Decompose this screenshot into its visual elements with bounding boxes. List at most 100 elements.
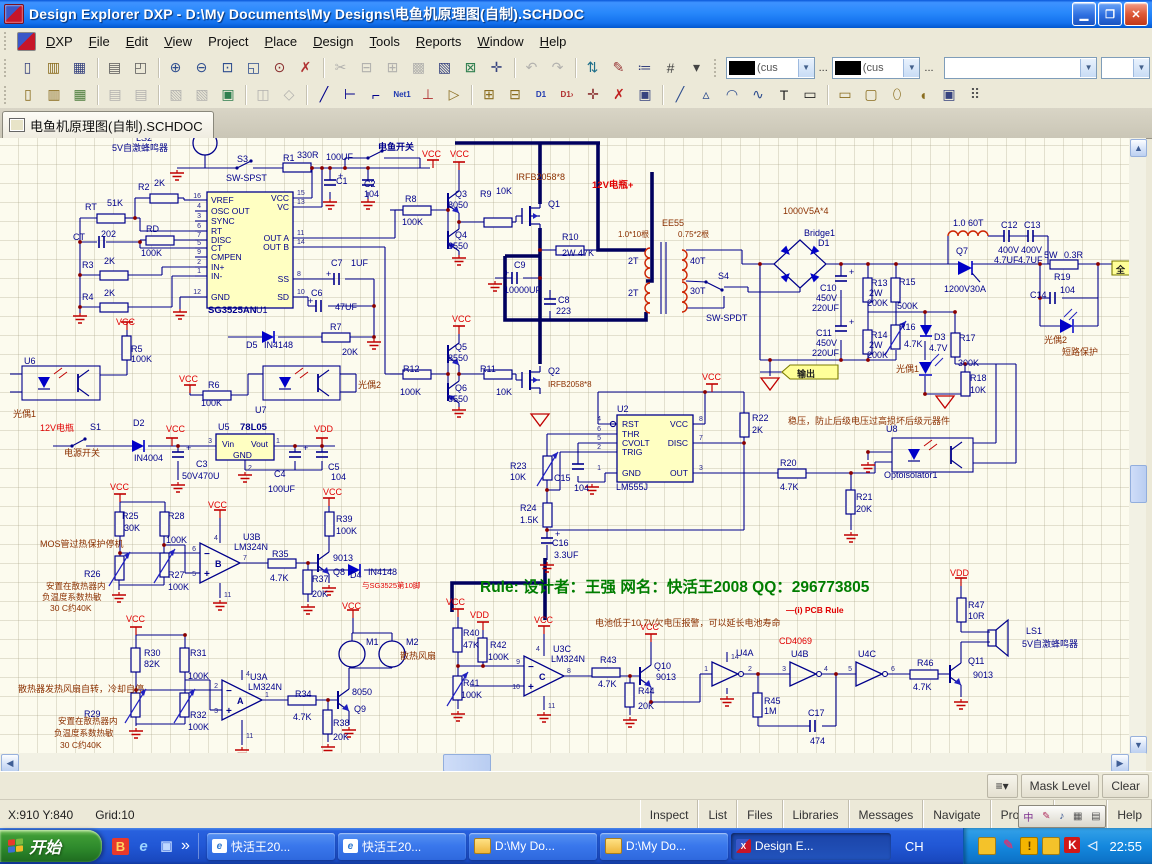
menu-reports[interactable]: Reports: [408, 31, 470, 52]
tab-schematic-document[interactable]: 电鱼机原理图(自制).SCHDOC: [2, 111, 214, 138]
switch-lever[interactable]: [706, 282, 722, 290]
transformer-winding[interactable]: [645, 283, 650, 313]
no-erc-icon[interactable]: ✗: [607, 83, 631, 107]
wire-junction[interactable]: [758, 262, 762, 266]
resistor[interactable]: [100, 271, 128, 280]
zoom-area-icon[interactable]: ⊡: [216, 56, 240, 80]
opto-transistor[interactable]: [951, 442, 962, 450]
wire-junction[interactable]: [839, 262, 843, 266]
color-browse-1[interactable]: ...: [817, 62, 830, 74]
opto-arrow[interactable]: [300, 372, 308, 378]
wire-junction[interactable]: [78, 305, 82, 309]
part-tool-icon[interactable]: ▷: [442, 83, 466, 107]
grid-dropdown-icon[interactable]: ▾: [685, 56, 709, 80]
opamp-plus[interactable]: +: [226, 706, 232, 717]
arc-tool-icon[interactable]: ◠: [720, 83, 744, 107]
navigate-compile-icon[interactable]: ◇: [277, 83, 301, 107]
wire-junction[interactable]: [446, 372, 450, 376]
transistor-arrow[interactable]: [954, 678, 961, 685]
wire-junction[interactable]: [953, 310, 957, 314]
wire-junction[interactable]: [866, 262, 870, 266]
wire-junction[interactable]: [293, 444, 297, 448]
wire-junction[interactable]: [538, 248, 542, 252]
scroll-down-button[interactable]: ▼: [1130, 736, 1147, 754]
redo-icon[interactable]: ↷: [546, 56, 570, 80]
annotate-icon[interactable]: ✎: [607, 56, 631, 80]
wire[interactable]: [686, 281, 706, 282]
schematic-drawing[interactable]: +++++++++−+B−+A−+CLS25V自激蜂鸣器S3SW-SPSTR13…: [0, 138, 1129, 753]
opto-transistor[interactable]: [318, 388, 329, 396]
gnd-triangle[interactable]: [761, 378, 779, 390]
opto-arrow[interactable]: [59, 372, 67, 378]
opto-led[interactable]: [908, 449, 920, 460]
kaspersky-icon[interactable]: K: [1064, 837, 1080, 853]
resistor[interactable]: [478, 638, 487, 662]
resistor[interactable]: [303, 570, 312, 594]
panel-button-messages[interactable]: Messages: [849, 800, 924, 829]
text-frame-icon[interactable]: ▭: [798, 83, 822, 107]
start-button[interactable]: 开始: [0, 830, 102, 862]
minimize-button[interactable]: ▁: [1072, 2, 1096, 26]
wire-junction[interactable]: [923, 392, 927, 396]
component-ops-icon[interactable]: ◫: [251, 83, 275, 107]
resistor[interactable]: [740, 413, 749, 437]
wire-junction[interactable]: [866, 450, 870, 454]
wire-junction[interactable]: [118, 551, 122, 555]
wire-junction[interactable]: [320, 444, 324, 448]
wire-junction[interactable]: [183, 633, 187, 637]
resistor[interactable]: [97, 214, 125, 223]
wire-junction[interactable]: [849, 471, 853, 475]
menu-help[interactable]: Help: [532, 31, 575, 52]
wire-junction[interactable]: [366, 166, 370, 170]
color-combo-1-arrow[interactable]: ▼: [798, 59, 814, 77]
resistor[interactable]: [778, 469, 806, 478]
optocoupler-body[interactable]: [263, 366, 340, 400]
line-tool-icon[interactable]: ╱: [668, 83, 692, 107]
show-desktop-icon[interactable]: ▣: [158, 838, 175, 855]
dxp-menu-icon[interactable]: [17, 32, 36, 51]
wire-junction[interactable]: [343, 166, 347, 170]
opamp-plus[interactable]: +: [204, 569, 210, 580]
ime-item-2[interactable]: ♪: [1059, 811, 1064, 822]
panel-button-inspect[interactable]: Inspect: [640, 800, 699, 829]
led-arrow[interactable]: [935, 358, 943, 366]
resistor[interactable]: [403, 206, 431, 215]
wire-junction[interactable]: [138, 240, 142, 244]
resistor[interactable]: [753, 693, 762, 717]
opamp-letter[interactable]: C: [539, 672, 546, 682]
wire-junction[interactable]: [326, 698, 330, 702]
toolbar2-grip[interactable]: [4, 86, 11, 104]
restore-button[interactable]: ❐: [1098, 2, 1122, 26]
resistor[interactable]: [961, 372, 970, 396]
opto-arrow[interactable]: [295, 368, 303, 374]
wire-junction[interactable]: [839, 358, 843, 362]
inverter[interactable]: [856, 662, 882, 686]
resistor[interactable]: [122, 336, 131, 360]
scale-combo[interactable]: ▼: [1101, 57, 1150, 79]
polygon-tool-icon[interactable]: ▵: [694, 83, 718, 107]
wire-junction[interactable]: [538, 276, 542, 280]
doc-lib-icon[interactable]: ▧: [164, 83, 188, 107]
panel-button-navigate[interactable]: Navigate: [923, 800, 990, 829]
paste-array-icon[interactable]: ▩: [407, 56, 431, 80]
bus-entry-icon[interactable]: ⌐: [364, 83, 388, 107]
buzzer[interactable]: [193, 138, 217, 155]
menu-dxp[interactable]: DXP: [38, 31, 81, 52]
wire-junction[interactable]: [923, 310, 927, 314]
taskbar-button-3[interactable]: D:\My Do...: [600, 833, 728, 860]
scroll-left-button[interactable]: ◀: [1, 754, 19, 772]
cut-icon[interactable]: ✂: [329, 56, 353, 80]
resistor[interactable]: [453, 628, 462, 652]
resistor[interactable]: [543, 503, 552, 527]
led-arrow[interactable]: [931, 354, 939, 362]
wire-junction[interactable]: [457, 372, 461, 376]
opto-arrow[interactable]: [924, 440, 932, 446]
cap-plus[interactable]: +: [326, 269, 331, 279]
menu-grip[interactable]: [4, 32, 11, 50]
doc-copy-icon[interactable]: ▤: [129, 83, 153, 107]
inverter[interactable]: [790, 662, 816, 686]
undo-icon[interactable]: ↶: [520, 56, 544, 80]
led-arrow[interactable]: [1069, 312, 1077, 320]
wire-junction[interactable]: [834, 672, 838, 676]
resistor[interactable]: [100, 303, 128, 312]
